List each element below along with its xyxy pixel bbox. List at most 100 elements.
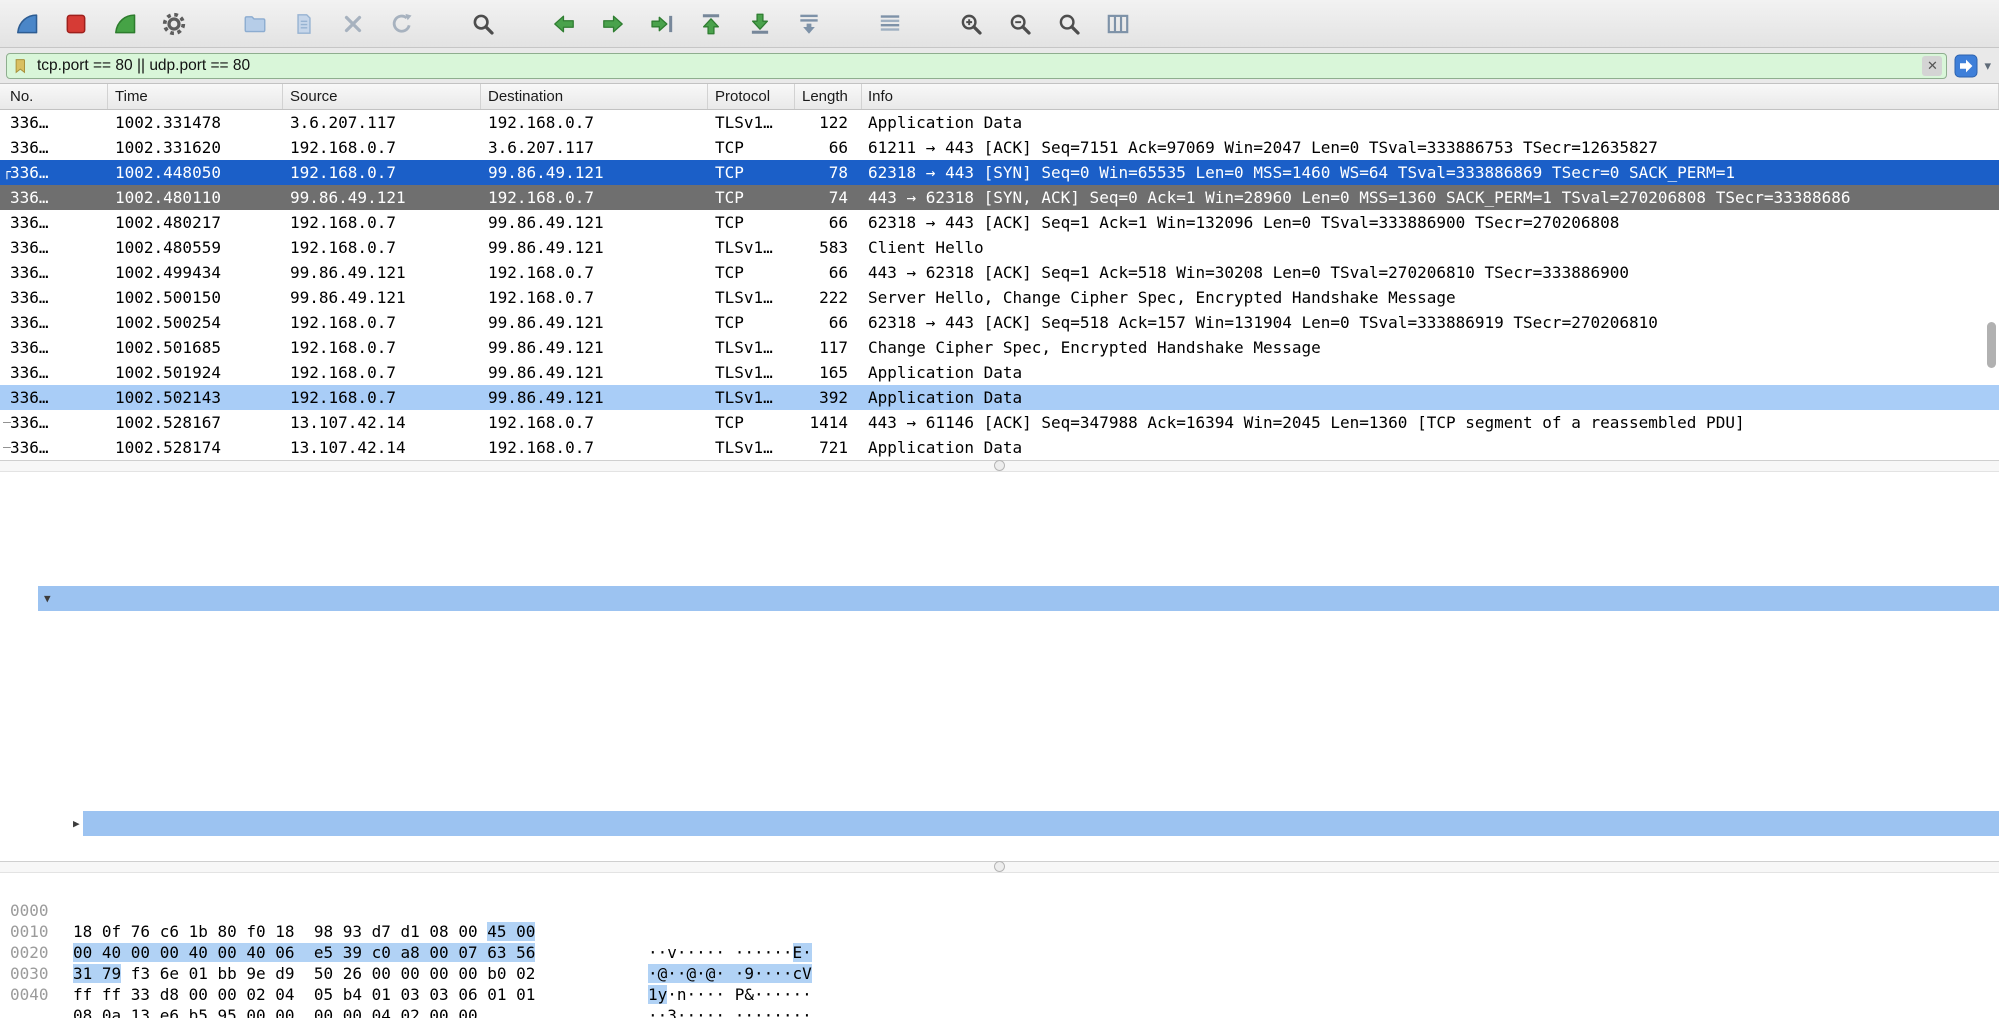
column-header[interactable]: Destination <box>481 84 708 109</box>
capture-options-button[interactable] <box>157 6 190 42</box>
packet-details: Sequence number (raw): 2665041958 [Next … <box>0 472 1999 861</box>
cell-protocol: TLSv1… <box>708 110 795 135</box>
hex-row[interactable]: 0000 18 0f 76 c6 1b 80 f0 18 98 93 d7 d1… <box>0 879 1999 900</box>
packet-row[interactable]: 336… 1002.480217 192.168.0.7 99.86.49.12… <box>0 210 1999 235</box>
hex-row[interactable]: 0020 31 79 f3 6e 01 bb 9e d9 50 26 00 00… <box>0 921 1999 942</box>
reload-arrow-icon <box>389 11 415 37</box>
packet-row[interactable]: ┌ 336… 1002.448050 192.168.0.7 99.86.49.… <box>0 160 1999 185</box>
toolbar-separator <box>206 23 222 24</box>
restart-capture-button[interactable] <box>108 6 141 42</box>
cell-protocol: TCP <box>708 210 795 235</box>
column-header[interactable]: Protocol <box>708 84 795 109</box>
packet-row[interactable]: 336… 1002.500254 192.168.0.7 99.86.49.12… <box>0 310 1999 335</box>
cell-destination: 99.86.49.121 <box>481 360 708 385</box>
toolbar-separator <box>841 23 857 24</box>
column-header[interactable]: Info <box>862 84 1999 109</box>
cell-time: 1002.528167 <box>108 410 283 435</box>
start-capture-button[interactable] <box>10 6 43 42</box>
filter-clear-button[interactable]: ✕ <box>1922 56 1942 76</box>
cell-protocol: TLSv1… <box>708 435 795 460</box>
filter-dropdown-chevron[interactable]: ▾ <box>1984 58 1991 74</box>
packet-row[interactable]: 336… 1002.499434 99.86.49.121 192.168.0.… <box>0 260 1999 285</box>
packet-row[interactable]: 336… 1002.480110 99.86.49.121 192.168.0.… <box>0 185 1999 210</box>
detail-row[interactable]: 1011 .... = Header Length: 44 bytes (11) <box>0 561 1999 586</box>
next-packet-button[interactable] <box>596 6 629 42</box>
reload-file-button[interactable] <box>385 6 418 42</box>
hex-row[interactable]: 0040 08 0a 13 e6 b5 95 00 00 00 00 04 02… <box>0 963 1999 984</box>
cell-no: 336… <box>0 160 108 185</box>
packet-row[interactable]: 336… 1002.501924 192.168.0.7 99.86.49.12… <box>0 360 1999 385</box>
expand-arrow-icon[interactable]: ▼ <box>44 586 51 611</box>
stop-capture-button[interactable] <box>59 6 92 42</box>
cell-info: Application Data <box>862 385 1999 410</box>
cell-info: Change Cipher Spec, Encrypted Handshake … <box>862 335 1999 360</box>
stop-square-icon <box>63 11 89 37</box>
autoscroll-icon <box>796 11 822 37</box>
detail-row[interactable]: 000. .... .... = Reserved: Not set <box>0 611 1999 636</box>
detail-row[interactable]: ...0 .... .... = Nonce: Not set <box>0 636 1999 661</box>
cell-time: 1002.500254 <box>108 310 283 335</box>
expand-arrow-icon[interactable]: ▶ <box>73 811 80 836</box>
find-packet-button[interactable] <box>466 6 499 42</box>
goto-packet-button[interactable] <box>645 6 678 42</box>
column-header[interactable]: Time <box>108 84 283 109</box>
packet-row[interactable]: – 336… 1002.528174 13.107.42.14 192.168.… <box>0 435 1999 460</box>
column-header[interactable]: No. <box>0 84 108 109</box>
packet-row[interactable]: – 336… 1002.528167 13.107.42.14 192.168.… <box>0 410 1999 435</box>
zoom-out-button[interactable] <box>1003 6 1036 42</box>
autoscroll-button[interactable] <box>792 6 825 42</box>
detail-row[interactable]: Acknowledgment number: 0 <box>0 511 1999 536</box>
cell-protocol: TCP <box>708 160 795 185</box>
packet-row[interactable]: 336… 1002.501685 192.168.0.7 99.86.49.12… <box>0 335 1999 360</box>
detail-row[interactable]: .... .... 0... = Push: Not set <box>0 761 1999 786</box>
close-file-button[interactable] <box>336 6 369 42</box>
detail-row[interactable]: ▼ Flags: 0x002 (SYN) <box>0 586 1999 611</box>
previous-packet-button[interactable] <box>547 6 580 42</box>
packet-list: 336… 1002.331478 3.6.207.117 192.168.0.7… <box>0 110 1999 460</box>
packet-row[interactable]: 336… 1002.500150 99.86.49.121 192.168.0.… <box>0 285 1999 310</box>
cell-no: 336… <box>0 110 108 135</box>
detail-row[interactable]: .... ...0 .... = Acknowledgment: Not set <box>0 736 1999 761</box>
detail-row[interactable]: .... .... .0.. = Reset: Not set <box>0 786 1999 811</box>
open-file-button[interactable] <box>238 6 271 42</box>
detail-row[interactable]: Sequence number (raw): 2665041958 <box>0 472 1999 486</box>
hex-ascii: 1y·n···· P&······ <box>648 984 812 1005</box>
detail-row[interactable]: [Next sequence number: 1 (relative seque… <box>0 486 1999 511</box>
list-details-splitter[interactable] <box>0 460 1999 472</box>
hex-row[interactable]: 0030 ff ff 33 d8 00 00 02 04 05 b4 01 03… <box>0 942 1999 963</box>
cell-destination: 192.168.0.7 <box>481 260 708 285</box>
zoom-in-button[interactable] <box>954 6 987 42</box>
detail-row[interactable]: .... 0... .... = Congestion Window Reduc… <box>0 661 1999 686</box>
filter-apply-button[interactable] <box>1954 54 1978 78</box>
cell-source: 99.86.49.121 <box>283 285 481 310</box>
column-header[interactable]: Source <box>283 84 481 109</box>
cell-source: 13.107.42.14 <box>283 435 481 460</box>
first-packet-button[interactable] <box>694 6 727 42</box>
details-bytes-splitter[interactable] <box>0 861 1999 873</box>
cell-source: 192.168.0.7 <box>283 235 481 260</box>
packet-row[interactable]: 336… 1002.480559 192.168.0.7 99.86.49.12… <box>0 235 1999 260</box>
zoom-normal-button[interactable] <box>1052 6 1085 42</box>
detail-row[interactable]: .... .... ...0 = Fin: Not set <box>0 836 1999 861</box>
packet-list-header: No. Time Source Destination Protocol Len… <box>0 84 1999 110</box>
detail-row[interactable]: .... .0.. .... = ECN-Echo: Not set <box>0 686 1999 711</box>
last-packet-button[interactable] <box>743 6 776 42</box>
packet-row[interactable]: 336… 1002.331620 192.168.0.7 3.6.207.117… <box>0 135 1999 160</box>
detail-row[interactable]: ▶ .... .... ..1. = Syn: Set <box>0 811 1999 836</box>
column-header[interactable]: Length <box>795 84 862 109</box>
apply-arrow-icon <box>1954 54 1978 78</box>
save-file-button[interactable] <box>287 6 320 42</box>
cell-info: 61211 → 443 [ACK] Seq=7151 Ack=97069 Win… <box>862 135 1999 160</box>
hex-row[interactable]: 0010 00 40 00 00 40 00 40 06 e5 39 c0 a8… <box>0 900 1999 921</box>
detail-row[interactable]: Acknowledgment number (raw): 0 <box>0 536 1999 561</box>
cell-time: 1002.331478 <box>108 110 283 135</box>
cell-length: 66 <box>795 260 862 285</box>
display-filter-input[interactable]: tcp.port == 80 || udp.port == 80 ✕ <box>6 53 1947 79</box>
detail-row[interactable]: .... ..0. .... = Urgent: Not set <box>0 711 1999 736</box>
cell-source: 99.86.49.121 <box>283 260 481 285</box>
colorize-button[interactable] <box>873 6 906 42</box>
resize-columns-button[interactable] <box>1101 6 1134 42</box>
packet-row[interactable]: 336… 1002.502143 192.168.0.7 99.86.49.12… <box>0 385 1999 410</box>
cell-no: 336… <box>0 235 108 260</box>
packet-row[interactable]: 336… 1002.331478 3.6.207.117 192.168.0.7… <box>0 110 1999 135</box>
